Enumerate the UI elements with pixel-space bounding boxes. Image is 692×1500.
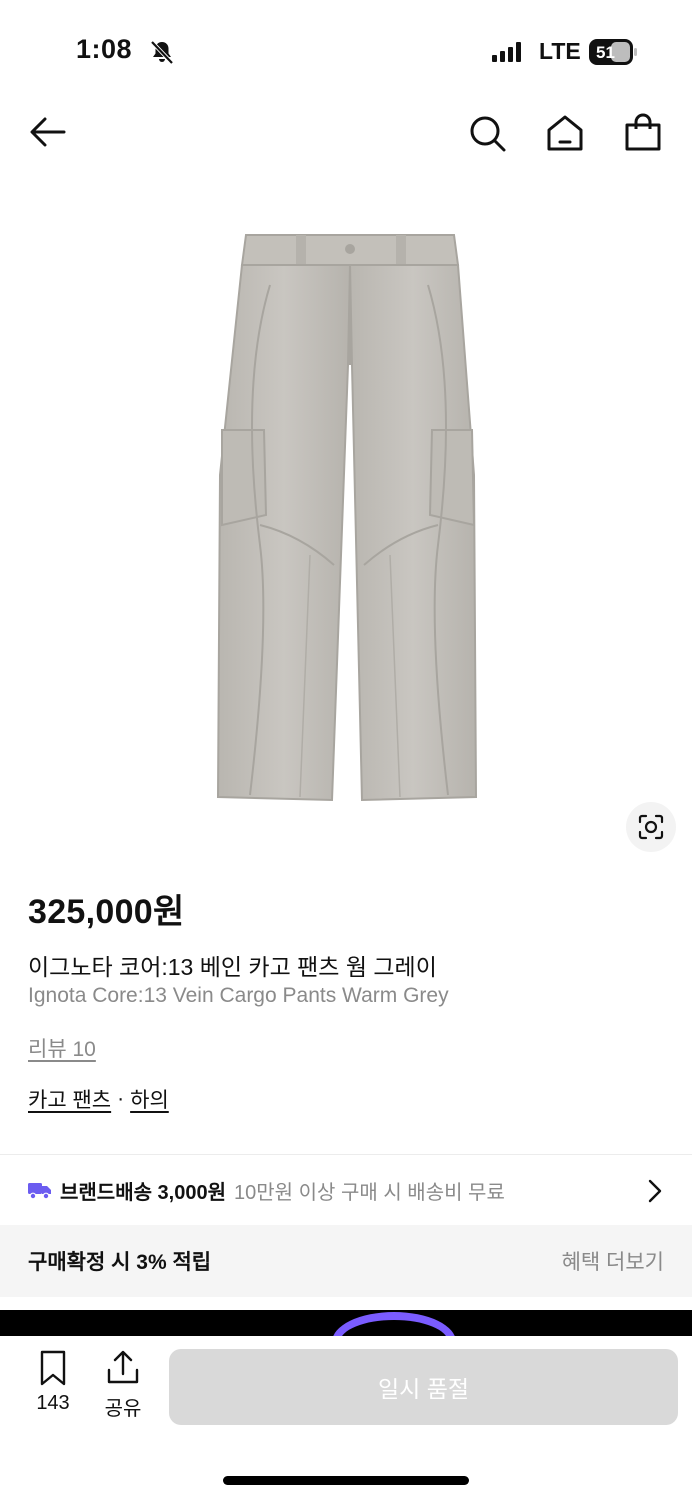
battery-icon: 51 [589,39,637,65]
bell-slash-icon [150,40,174,65]
sold-out-button[interactable]: 일시 품절 [169,1349,678,1425]
category-separator: · [117,1087,125,1110]
product-name-english: Ignota Core:13 Vein Cargo Pants Warm Gre… [28,984,449,1007]
chevron-right-icon [648,1179,662,1203]
parent-category-link[interactable]: 하의 [130,1084,169,1114]
truck-icon [28,1183,51,1200]
product-price: 325,000원 [28,893,185,931]
bookmark-button[interactable]: 143 [28,1350,78,1415]
back-arrow-icon[interactable] [28,112,68,152]
product-name-korean: 이그노타 코어:13 베인 카고 팬츠 웜 그레이 [28,954,437,980]
lens-icon [638,814,664,840]
home-indicator [223,1476,469,1485]
home-icon[interactable] [545,113,585,153]
category-link[interactable]: 카고 팬츠 [28,1084,111,1114]
signal-icon [492,42,521,62]
shopping-bag-icon[interactable] [623,112,663,152]
benefit-row: 구매확정 시 3% 적립 혜택 더보기 [0,1225,692,1297]
review-link[interactable]: 리뷰 10 [28,1033,96,1063]
banner-strip [0,1310,692,1336]
shipping-fee: 브랜드배송 3,000원 [60,1181,227,1204]
share-icon [107,1350,139,1384]
shipping-info-row[interactable]: 브랜드배송 3,000원 10만원 이상 구매 시 배송비 무료 [0,1155,692,1225]
status-time: 1:08 [76,34,133,64]
bookmark-count: 143 [36,1392,70,1414]
product-image[interactable] [200,225,496,805]
banner-graphic [332,1312,456,1336]
network-label: LTE [539,38,581,64]
share-label: 공유 [104,1398,142,1420]
reward-info: 구매확정 시 3% 적립 [28,1251,212,1274]
battery-level: 51 [596,43,615,62]
image-search-button[interactable] [626,802,676,852]
benefit-more-link[interactable]: 혜택 더보기 [562,1246,664,1276]
free-shipping-condition: 10만원 이상 구매 시 배송비 무료 [234,1181,505,1204]
share-button[interactable]: 공유 [98,1350,148,1421]
category-breadcrumb: 카고 팬츠 · 하의 [28,1084,169,1114]
bookmark-icon [40,1350,66,1386]
search-icon[interactable] [467,113,507,153]
